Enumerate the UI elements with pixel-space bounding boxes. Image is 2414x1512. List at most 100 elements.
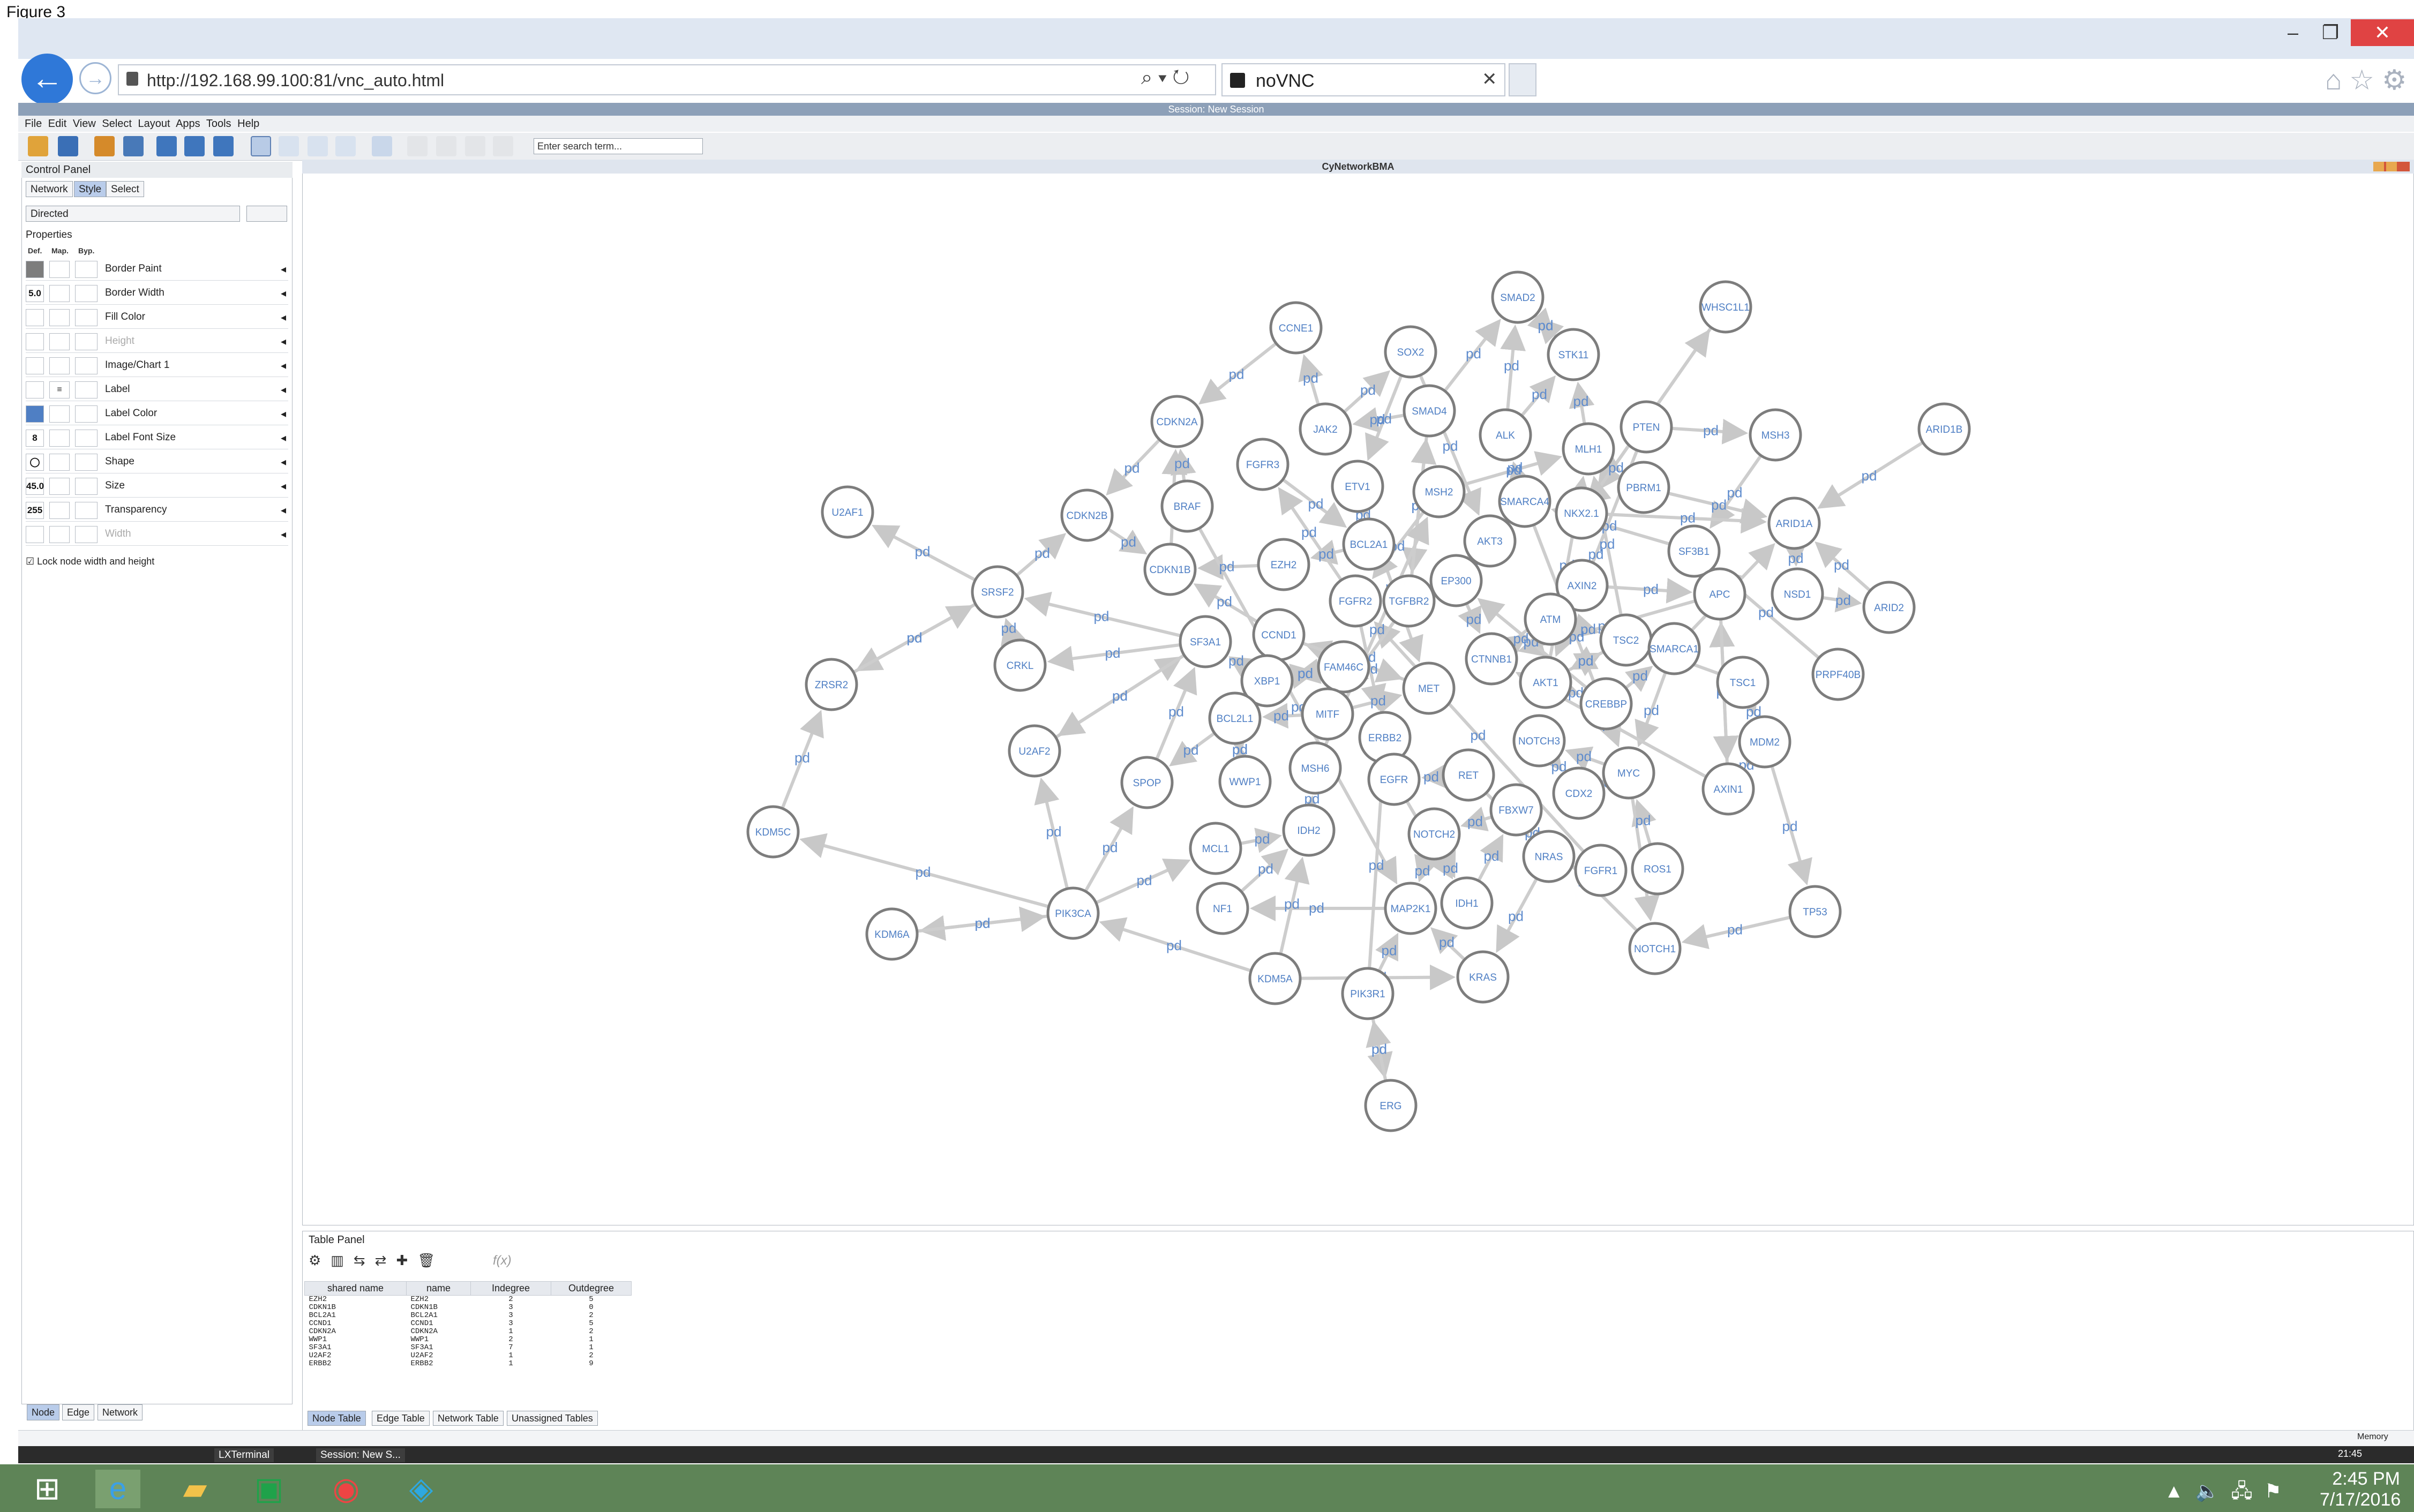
property-bypass[interactable] bbox=[75, 478, 98, 495]
property-bypass[interactable] bbox=[75, 454, 98, 471]
property-default[interactable] bbox=[26, 381, 44, 398]
style-options-dropdown[interactable] bbox=[246, 206, 287, 222]
node-CDKN2A[interactable]: CDKN2A bbox=[1150, 395, 1204, 448]
property-mapping[interactable] bbox=[49, 526, 70, 543]
property-row[interactable]: Height ◂ bbox=[26, 329, 288, 353]
expand-arrow-icon[interactable]: ◂ bbox=[281, 383, 286, 396]
node-STK11[interactable]: STK11 bbox=[1547, 328, 1600, 381]
node-PIK3R1[interactable]: PIK3R1 bbox=[1341, 967, 1395, 1020]
menu-help[interactable]: Help bbox=[237, 118, 259, 130]
node-CDKN2B[interactable]: CDKN2B bbox=[1060, 488, 1114, 542]
share-network-icon[interactable] bbox=[156, 136, 177, 156]
node-CTNNB1[interactable]: CTNNB1 bbox=[1465, 632, 1518, 686]
system-tray-icons[interactable]: ▲🔈🖧⚑ bbox=[2164, 1477, 2293, 1510]
tab-network-table[interactable]: Network Table bbox=[433, 1411, 504, 1426]
node-SMARCA4[interactable]: SMARCA4 bbox=[1498, 475, 1551, 528]
session-task[interactable]: Session: New S... bbox=[316, 1448, 405, 1462]
menu-view[interactable]: View bbox=[73, 118, 96, 130]
property-mapping[interactable] bbox=[49, 333, 70, 350]
hide-icon[interactable] bbox=[465, 136, 485, 156]
property-row[interactable]: 5.0 Border Width ◂ bbox=[26, 281, 288, 305]
property-mapping[interactable] bbox=[49, 405, 70, 423]
expand-arrow-icon[interactable]: ◂ bbox=[281, 528, 286, 541]
memory-button[interactable]: Memory bbox=[2357, 1432, 2388, 1442]
node-WWP1[interactable]: WWP1 bbox=[1218, 755, 1272, 808]
node-PRPF40B[interactable]: PRPF40B bbox=[1811, 648, 1865, 701]
property-bypass[interactable] bbox=[75, 285, 98, 302]
properties-dropdown[interactable]: Properties bbox=[26, 229, 72, 241]
expand-arrow-icon[interactable]: ◂ bbox=[281, 287, 286, 300]
lxterminal-task[interactable]: LXTerminal bbox=[214, 1448, 274, 1462]
property-row[interactable]: 45.0 Size ◂ bbox=[26, 474, 288, 498]
refresh-layout-icon[interactable] bbox=[372, 136, 392, 156]
node-SMAD4[interactable]: SMAD4 bbox=[1403, 384, 1456, 438]
node-NOTCH3[interactable]: NOTCH3 bbox=[1512, 714, 1566, 768]
node-KDM6A[interactable]: KDM6A bbox=[865, 907, 919, 961]
property-default[interactable]: ◯ bbox=[26, 454, 44, 471]
node-PIK3CA[interactable]: PIK3CA bbox=[1046, 886, 1100, 940]
node-ERG[interactable]: ERG bbox=[1364, 1079, 1418, 1132]
column-header[interactable]: Outdegree bbox=[551, 1281, 632, 1296]
node-TSC2[interactable]: TSC2 bbox=[1599, 613, 1653, 667]
property-row[interactable]: Fill Color ◂ bbox=[26, 305, 288, 329]
chrome-icon[interactable]: ◉ bbox=[324, 1470, 369, 1508]
node-ARID2[interactable]: ARID2 bbox=[1862, 581, 1916, 634]
store-icon[interactable]: ▣ bbox=[246, 1470, 291, 1508]
tab-network-bottom[interactable]: Network bbox=[98, 1404, 143, 1420]
node-NSD1[interactable]: NSD1 bbox=[1771, 567, 1824, 621]
property-default[interactable] bbox=[26, 261, 44, 278]
property-default[interactable]: 45.0 bbox=[26, 478, 44, 495]
property-mapping[interactable] bbox=[49, 430, 70, 447]
column-header[interactable]: Indegree bbox=[470, 1281, 551, 1296]
network-maximize-icon[interactable] bbox=[2386, 162, 2397, 171]
menu-file[interactable]: File bbox=[25, 118, 42, 130]
node-ETV1[interactable]: ETV1 bbox=[1331, 460, 1384, 513]
menu-select[interactable]: Select bbox=[102, 118, 132, 130]
property-mapping[interactable] bbox=[49, 502, 70, 519]
show-all-icon[interactable] bbox=[493, 136, 513, 156]
expand-arrow-icon[interactable]: ◂ bbox=[281, 359, 286, 372]
expand-arrow-icon[interactable]: ◂ bbox=[281, 311, 286, 324]
node-CCNE1[interactable]: CCNE1 bbox=[1269, 301, 1323, 355]
node-CRKL[interactable]: CRKL bbox=[993, 638, 1047, 692]
property-default[interactable]: 255 bbox=[26, 502, 44, 519]
menu-edit[interactable]: Edit bbox=[48, 118, 66, 130]
node-ROS1[interactable]: ROS1 bbox=[1631, 842, 1684, 896]
node-SPOP[interactable]: SPOP bbox=[1120, 756, 1174, 809]
node-NF1[interactable]: NF1 bbox=[1196, 882, 1249, 935]
node-MLH1[interactable]: MLH1 bbox=[1562, 422, 1615, 476]
node-WHSC1L1[interactable]: WHSC1L1 bbox=[1699, 280, 1752, 334]
save-session-icon[interactable] bbox=[58, 136, 78, 156]
node-BRAF[interactable]: BRAF bbox=[1160, 479, 1214, 533]
node-MSH3[interactable]: MSH3 bbox=[1749, 408, 1802, 462]
close-window-button[interactable]: ✕ bbox=[2351, 19, 2414, 46]
node-APC[interactable]: APC bbox=[1693, 567, 1746, 621]
property-mapping[interactable] bbox=[49, 454, 70, 471]
property-mapping[interactable] bbox=[49, 261, 70, 278]
table-row[interactable]: U2AF2 U2AF2 1 2 bbox=[305, 1352, 632, 1360]
address-bar[interactable]: http://192.168.99.100:81/vnc_auto.html bbox=[118, 64, 1216, 95]
property-bypass[interactable] bbox=[75, 261, 98, 278]
menu-layout[interactable]: Layout bbox=[138, 118, 170, 130]
import-network-icon[interactable] bbox=[94, 136, 115, 156]
node-CDKN1B[interactable]: CDKN1B bbox=[1143, 543, 1197, 596]
search-dropdown-refresh-icons[interactable]: ⌕ ▾ ↻ bbox=[1141, 66, 1189, 89]
property-default[interactable] bbox=[26, 405, 44, 423]
table-row[interactable]: ERBB2 ERBB2 1 9 bbox=[305, 1360, 632, 1368]
network-minimize-icon[interactable] bbox=[2373, 162, 2384, 171]
property-mapping[interactable] bbox=[49, 309, 70, 326]
node-SMARCA1[interactable]: SMARCA1 bbox=[1647, 622, 1701, 675]
node-CDX2[interactable]: CDX2 bbox=[1552, 766, 1606, 820]
table-row[interactable]: CCND1 CCND1 3 5 bbox=[305, 1320, 632, 1328]
property-row[interactable]: Border Paint ◂ bbox=[26, 257, 288, 281]
expand-arrow-icon[interactable]: ◂ bbox=[281, 262, 286, 276]
node-SMAD2[interactable]: SMAD2 bbox=[1491, 270, 1545, 324]
expand-arrow-icon[interactable]: ◂ bbox=[281, 431, 286, 445]
expand-arrow-icon[interactable]: ◂ bbox=[281, 455, 286, 469]
property-row[interactable]: Label Color ◂ bbox=[26, 402, 288, 425]
node-SRSF2[interactable]: SRSF2 bbox=[971, 565, 1024, 619]
node-U2AF2[interactable]: U2AF2 bbox=[1008, 724, 1061, 778]
node-ATM[interactable]: ATM bbox=[1524, 592, 1577, 646]
property-row[interactable]: Image/Chart 1 ◂ bbox=[26, 353, 288, 377]
style-dropdown[interactable]: Directed bbox=[26, 206, 240, 222]
